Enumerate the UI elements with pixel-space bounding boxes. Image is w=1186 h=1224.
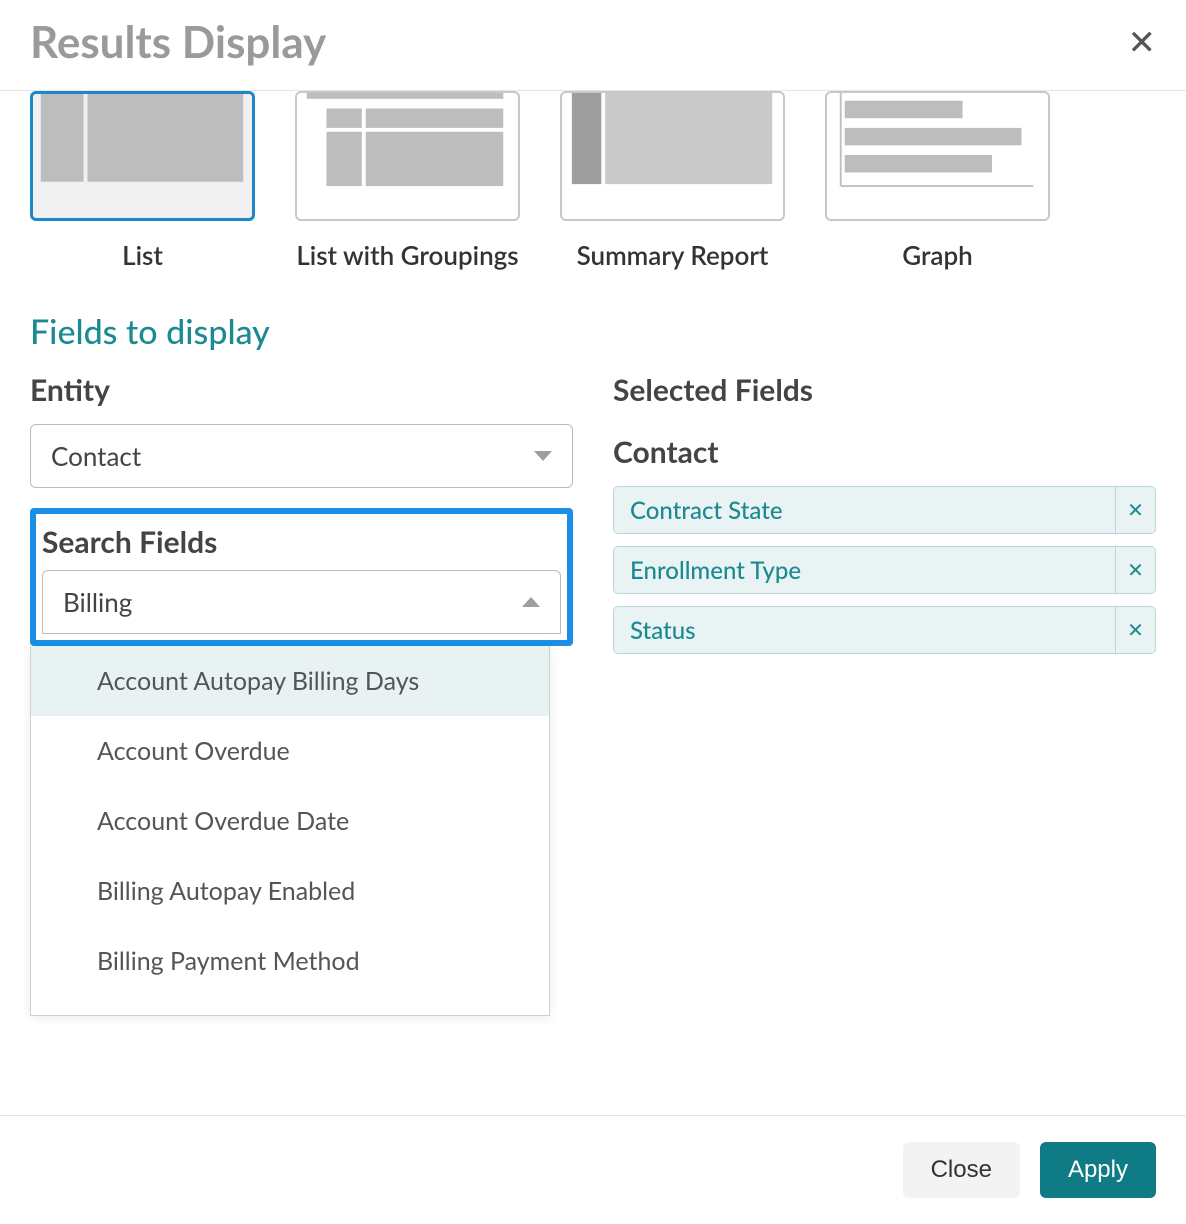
dropdown-option[interactable]: Account Autopay Billing Days [31,646,549,716]
modal-header: Results Display ✕ [0,0,1186,91]
display-type-label: Summary Report [577,239,769,271]
entity-select[interactable]: Contact [30,424,573,488]
search-fields-value: Billing [63,586,132,618]
thumb-summary [560,91,785,221]
display-type-label: List [122,239,163,271]
results-display-modal: Results Display ✕ List [0,0,1186,1224]
dropdown-option[interactable]: Billing Payment Method [31,926,549,996]
remove-chip-icon[interactable]: ✕ [1115,487,1155,533]
chevron-up-icon [522,597,540,607]
close-button[interactable]: Close [903,1142,1020,1198]
search-fields-dropdown: Account Autopay Billing Days Account Ove… [30,646,550,1016]
search-fields-label: Search Fields [42,524,561,560]
thumb-list [30,91,255,221]
chip-label: Contract State [614,487,1115,533]
display-type-label: List with Groupings [296,239,518,271]
display-type-summary[interactable]: Summary Report [560,91,785,271]
dropdown-option[interactable]: Account Overdue [31,716,549,786]
right-column: Selected Fields Contact Contract State ✕… [613,372,1156,666]
search-fields-highlight: Search Fields Billing [30,508,573,646]
entity-value: Contact [51,440,141,472]
thumb-list-groupings [295,91,520,221]
display-type-list-groupings[interactable]: List with Groupings [295,91,520,271]
display-type-row: List List with Groupings [30,91,1156,271]
left-column: Entity Contact Search Fields Billing Ac [30,372,573,666]
apply-button[interactable]: Apply [1040,1142,1156,1198]
chip-label: Enrollment Type [614,547,1115,593]
fields-section-title: Fields to display [30,311,1156,352]
modal-body: List List with Groupings [0,91,1186,1115]
thumb-graph [825,91,1050,221]
chip-label: Status [614,607,1115,653]
selected-field-chip[interactable]: Contract State ✕ [613,486,1156,534]
selected-group-label: Contact [613,434,1156,470]
chevron-down-icon [534,451,552,461]
display-type-list[interactable]: List [30,91,255,271]
remove-chip-icon[interactable]: ✕ [1115,607,1155,653]
remove-chip-icon[interactable]: ✕ [1115,547,1155,593]
display-type-label: Graph [902,239,972,271]
entity-label: Entity [30,372,573,408]
dropdown-option[interactable]: Billing Autopay Enabled [31,856,549,926]
search-fields-wrapper: Search Fields Billing Account Autopay Bi… [30,508,573,646]
display-type-graph[interactable]: Graph [825,91,1050,271]
dropdown-option[interactable]: Account Overdue Date [31,786,549,856]
selected-field-chip[interactable]: Enrollment Type ✕ [613,546,1156,594]
search-fields-select[interactable]: Billing [42,570,561,634]
modal-title: Results Display [30,16,326,68]
fields-columns: Entity Contact Search Fields Billing Ac [30,372,1156,666]
modal-footer: Close Apply [0,1115,1186,1224]
selected-field-chip[interactable]: Status ✕ [613,606,1156,654]
close-icon[interactable]: ✕ [1128,25,1157,59]
selected-fields-label: Selected Fields [613,372,1156,408]
dropdown-option[interactable]: Next Account Billing Date [31,996,549,1016]
